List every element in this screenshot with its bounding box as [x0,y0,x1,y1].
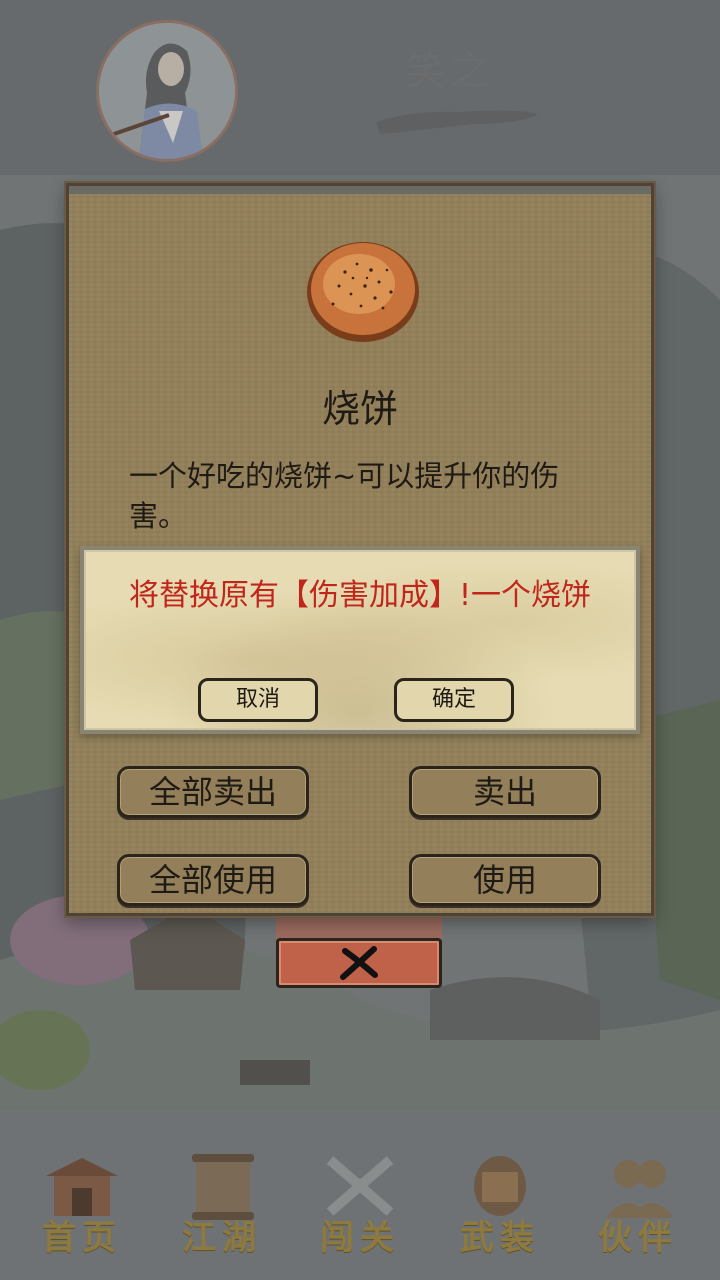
swordsman-portrait-icon [99,23,235,159]
nav-label-challenge: 闯关 [320,1218,400,1258]
nav-item-home[interactable]: 首页 [22,1152,142,1272]
item-name: 烧饼 [321,387,398,431]
nav-label-armory: 武装 [460,1218,540,1258]
nav-label-home: 首页 [42,1218,122,1258]
close-dialog-button[interactable] [276,938,442,988]
player-name: 笑之 [406,48,494,94]
player-avatar[interactable] [96,20,238,162]
dialog-top-border [69,186,651,194]
sell-button[interactable]: 卖出 [409,766,601,818]
nav-label-jianghu: 江湖 [182,1218,262,1258]
close-icon [340,946,378,980]
use-button[interactable]: 使用 [409,854,601,906]
bottom-navigation: 首页 江湖 闯关 武装 伙伴 [0,1112,720,1280]
nav-item-armory[interactable]: 武装 [440,1152,560,1272]
nav-label-partners: 伙伴 [598,1218,678,1258]
nav-item-jianghu[interactable]: 江湖 [162,1152,282,1272]
cancel-button[interactable]: 取消 [198,678,318,722]
replace-confirm-panel: 将替换原有【伤害加成】!一个烧饼 取消 确定 [80,546,640,734]
ink-brush-stroke [376,110,538,134]
use-all-button[interactable]: 全部使用 [117,854,309,906]
player-header: 笑之 [0,0,720,170]
nav-item-partners[interactable]: 伙伴 [578,1152,698,1272]
shaobing-flatbread-icon [307,242,419,342]
sell-all-button[interactable]: 全部卖出 [117,766,309,818]
replace-warning-message: 将替换原有【伤害加成】!一个烧饼 [128,578,592,613]
nav-item-challenge[interactable]: 闯关 [300,1152,420,1272]
confirm-button[interactable]: 确定 [394,678,514,722]
item-description: 一个好吃的烧饼~可以提升你的伤害。 [129,459,560,533]
